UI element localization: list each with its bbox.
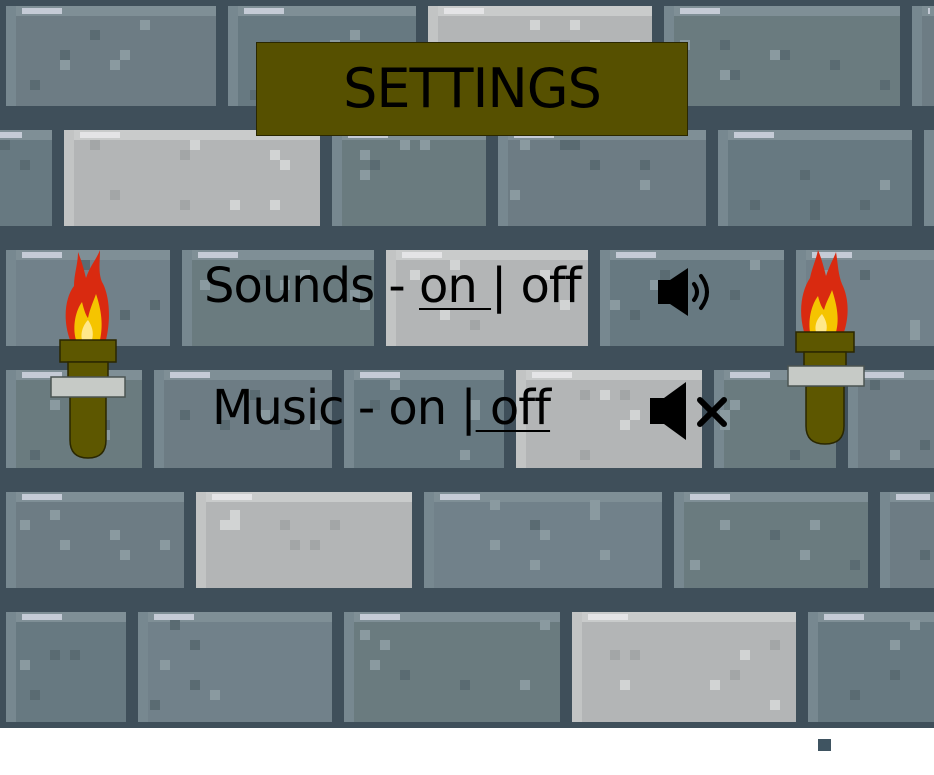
- music-label: Music: [212, 380, 345, 436]
- sounds-on-button[interactable]: on: [419, 258, 491, 314]
- right-torch: [787, 250, 865, 445]
- music-separator: |: [460, 380, 476, 436]
- sounds-off-button[interactable]: off: [506, 258, 581, 314]
- music-option-row: Music - on | off: [212, 384, 551, 432]
- sounds-dash: -: [374, 258, 419, 314]
- page-title: SETTINGS: [343, 57, 602, 120]
- sounds-separator: |: [491, 258, 507, 314]
- flame-icon: [801, 250, 848, 332]
- left-torch: [50, 250, 126, 459]
- game-scene: SETTINGS Sounds - on | off Music - on | …: [0, 0, 934, 728]
- speaker-on-icon[interactable]: [656, 266, 722, 318]
- music-dash: -: [343, 380, 389, 436]
- sounds-option-row: Sounds - on | off: [204, 262, 582, 310]
- corner-marker: [818, 739, 831, 751]
- title-panel: SETTINGS: [256, 42, 688, 136]
- flame-icon: [65, 250, 109, 340]
- speaker-muted-icon[interactable]: [648, 380, 732, 442]
- sounds-label: Sounds: [204, 258, 375, 314]
- music-off-button[interactable]: off: [476, 380, 551, 436]
- music-on-button[interactable]: on: [388, 380, 460, 436]
